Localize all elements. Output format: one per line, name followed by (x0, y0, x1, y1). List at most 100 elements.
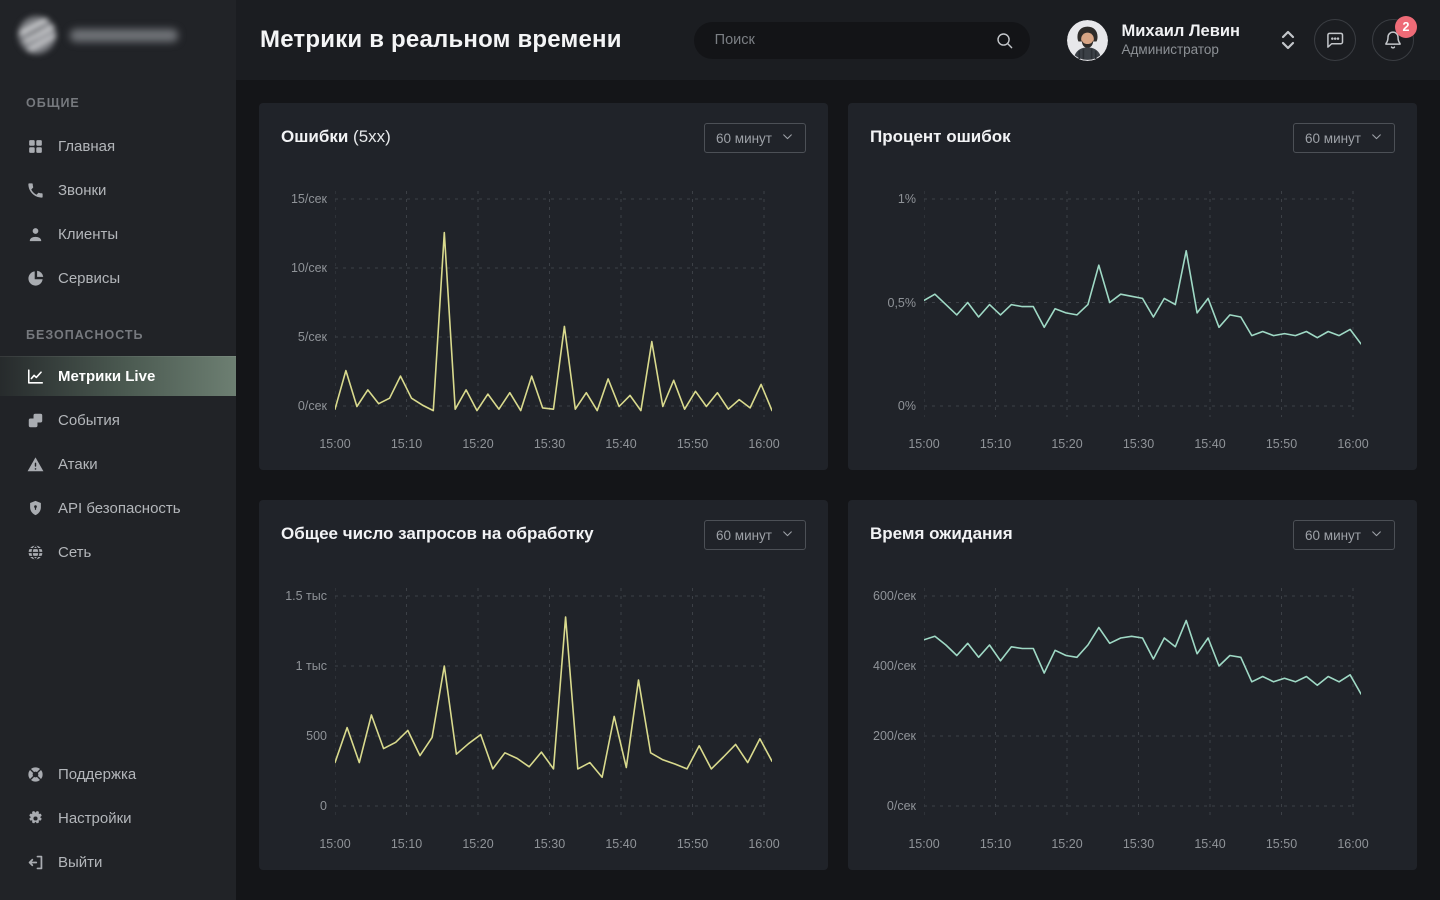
gear-icon (26, 809, 45, 828)
sidebar-item-api-security[interactable]: API безопасность (0, 486, 236, 530)
sidebar-item-attacks[interactable]: Атаки (0, 442, 236, 486)
panel-title: Ошибки (5xx) (281, 127, 391, 147)
x-axis-tick-label: 15:40 (591, 437, 651, 451)
y-axis-tick-label: 600/сек (868, 588, 916, 604)
notification-badge: 2 (1395, 16, 1417, 38)
x-axis-tick-label: 15:20 (1037, 437, 1097, 451)
unfold-chevrons-icon[interactable] (1278, 27, 1298, 53)
messages-button[interactable] (1314, 19, 1356, 61)
bell-icon (1383, 38, 1403, 53)
x-axis-tick-label: 15:30 (1109, 437, 1169, 451)
sidebar-item-label: Атаки (58, 456, 98, 473)
x-axis-tick-label: 15:10 (377, 437, 437, 451)
panel-title: Время ожидания (870, 524, 1013, 544)
x-axis-tick-label: 16:00 (1323, 437, 1383, 451)
sidebar-item-label: Звонки (58, 182, 106, 199)
y-axis-tick-label: 0/сек (279, 398, 327, 414)
x-axis-tick-label: 15:40 (591, 837, 651, 851)
panel-errors-5xx: Ошибки (5xx) 60 минут 15/сек 10/сек 5/сек 0… (259, 103, 828, 470)
x-axis-tick-label: 15:20 (448, 837, 508, 851)
y-axis-tick-label: 15/сек (279, 191, 327, 207)
alert-triangle-icon (26, 455, 45, 474)
y-axis-tick-label: 500 (279, 728, 327, 744)
sidebar-item-label: API безопасность (58, 500, 181, 517)
y-axis-tick-label: 0/сек (868, 798, 916, 814)
dashboard-grid: Ошибки (5xx) 60 минут 15/сек 10/сек 5/сек 0… (236, 80, 1440, 900)
layers-icon (26, 411, 45, 430)
panel-error-rate: Процент ошибок 60 минут 1%0,5%0%15:0015:… (848, 103, 1417, 470)
sidebar-item-network[interactable]: Сеть (0, 530, 236, 574)
sidebar-item-home[interactable]: Главная (0, 124, 236, 168)
x-axis-tick-label: 16:00 (734, 437, 794, 451)
avatar[interactable] (1067, 20, 1108, 61)
y-axis-tick-label: 1 тыс (279, 658, 327, 674)
sidebar: ОБЩИЕ Главная Звонки Клиенты Сервисы (0, 0, 236, 900)
search-icon (995, 31, 1014, 50)
grid-icon (26, 137, 45, 156)
chart-line-icon (26, 367, 45, 386)
x-axis-tick-label: 15:00 (894, 837, 954, 851)
sidebar-item-support[interactable]: Поддержка (0, 752, 236, 796)
app-logo (0, 0, 236, 68)
time-range-dropdown[interactable]: 60 минут (704, 520, 806, 550)
sidebar-item-label: Сеть (58, 544, 91, 561)
x-axis-tick-label: 15:50 (1252, 437, 1312, 451)
x-axis-tick-label: 15:30 (1109, 837, 1169, 851)
x-axis-tick-label: 15:50 (1252, 837, 1312, 851)
user-role: Администратор (1122, 42, 1240, 59)
y-axis-tick-label: 0 (279, 798, 327, 814)
sidebar-item-services[interactable]: Сервисы (0, 256, 236, 300)
x-axis-tick-label: 15:40 (1180, 437, 1240, 451)
y-axis-tick-label: 10/сек (279, 260, 327, 276)
search-input[interactable] (694, 22, 1030, 59)
chart-error-rate: 1%0,5%0%15:0015:1015:2015:3015:4015:5016… (868, 173, 1361, 460)
user-name: Михаил Левин (1122, 21, 1240, 42)
time-range-dropdown[interactable]: 60 минут (704, 123, 806, 153)
page-title: Метрики в реальном времени (260, 26, 622, 54)
app-shell: ОБЩИЕ Главная Звонки Клиенты Сервисы (0, 0, 1440, 900)
x-axis-tick-label: 15:10 (377, 837, 437, 851)
x-axis-tick-label: 16:00 (734, 837, 794, 851)
sidebar-item-events[interactable]: События (0, 398, 236, 442)
y-axis-tick-label: 1.5 тыс (279, 588, 327, 604)
chevron-down-icon (1370, 527, 1383, 543)
sidebar-item-metrics-live[interactable]: Метрики Live (0, 356, 236, 396)
panel-wait-time: Время ожидания 60 минут 600/сек400/сек20… (848, 500, 1417, 870)
pie-chart-icon (26, 269, 45, 288)
sidebar-item-label: Сервисы (58, 270, 120, 287)
x-axis-tick-label: 15:00 (305, 837, 365, 851)
x-axis-tick-label: 15:30 (520, 437, 580, 451)
sidebar-item-logout[interactable]: Выйти (0, 840, 236, 884)
x-axis-tick-label: 15:10 (966, 837, 1026, 851)
y-axis-tick-label: 5/сек (279, 329, 327, 345)
x-axis-tick-label: 15:00 (894, 437, 954, 451)
time-range-dropdown[interactable]: 60 минут (1293, 123, 1395, 153)
chart-errors-5xx: 15/сек10/сек5/сек0/сек15:0015:1015:2015:… (279, 173, 772, 460)
sidebar-item-calls[interactable]: Звонки (0, 168, 236, 212)
panel-total-requests: Общее число запросов на обработку 60 мин… (259, 500, 828, 870)
sidebar-item-settings[interactable]: Настройки (0, 796, 236, 840)
sidebar-item-label: Выйти (58, 854, 102, 871)
x-axis-tick-label: 15:10 (966, 437, 1026, 451)
sidebar-item-label: События (58, 412, 120, 429)
x-axis-tick-label: 15:20 (1037, 837, 1097, 851)
nav-section-general: ОБЩИЕ (0, 96, 236, 110)
sidebar-item-clients[interactable]: Клиенты (0, 212, 236, 256)
app-logo-mark-icon (18, 16, 56, 54)
sidebar-item-label: Настройки (58, 810, 132, 827)
x-axis-tick-label: 15:40 (1180, 837, 1240, 851)
x-axis-tick-label: 15:30 (520, 837, 580, 851)
topbar: Метрики в реальном времени (236, 0, 1440, 80)
y-axis-tick-label: 400/сек (868, 658, 916, 674)
phone-icon (26, 181, 45, 200)
chat-bubble-icon (1325, 38, 1345, 53)
sidebar-item-label: Метрики Live (58, 368, 155, 385)
chevron-down-icon (781, 527, 794, 543)
notifications-button[interactable]: 2 (1372, 19, 1414, 61)
x-axis-tick-label: 15:20 (448, 437, 508, 451)
globe-icon (26, 543, 45, 562)
time-range-dropdown[interactable]: 60 минут (1293, 520, 1395, 550)
x-axis-tick-label: 15:50 (663, 837, 723, 851)
x-axis-tick-label: 16:00 (1323, 837, 1383, 851)
x-axis-tick-label: 15:50 (663, 437, 723, 451)
